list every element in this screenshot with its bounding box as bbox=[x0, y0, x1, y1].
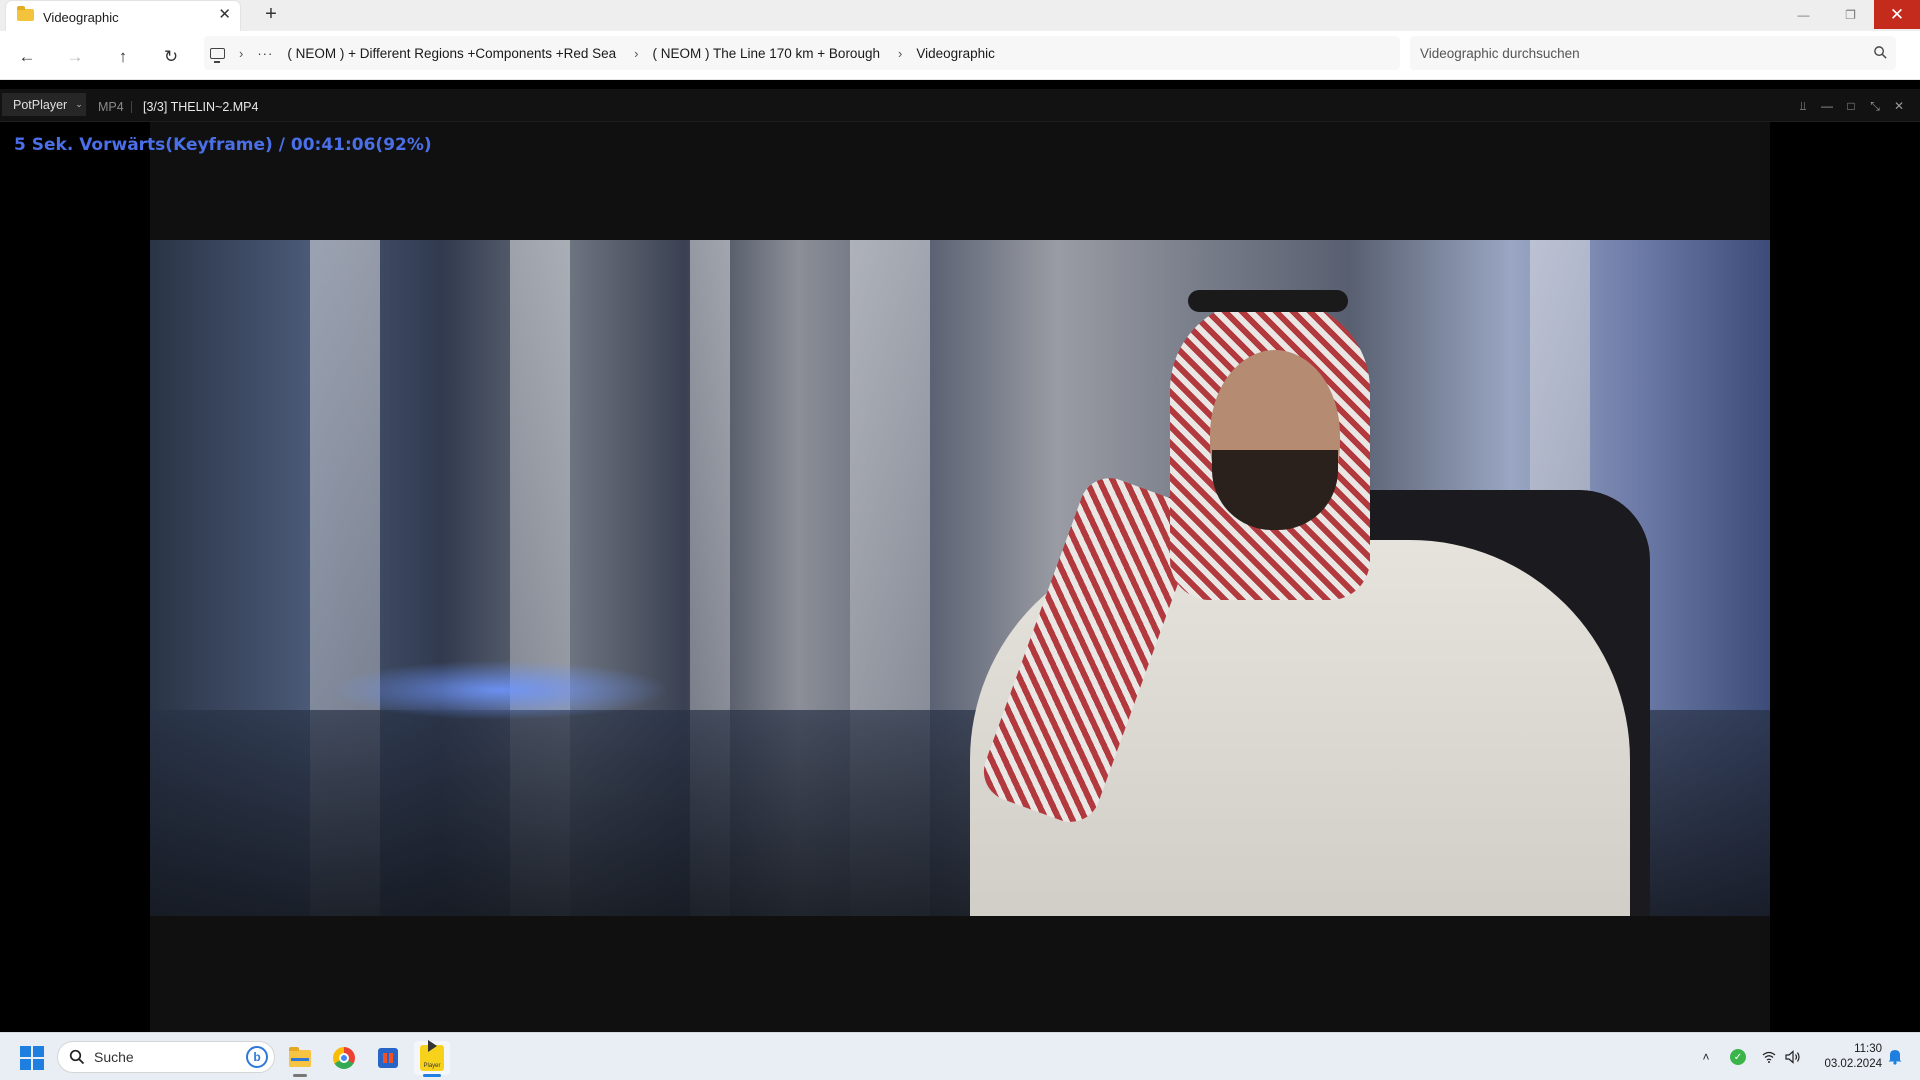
video-canvas[interactable] bbox=[150, 122, 1770, 1032]
microsoft-store-icon bbox=[378, 1048, 398, 1068]
restore-button[interactable]: ❐ bbox=[1827, 0, 1874, 29]
windows-logo-icon bbox=[33, 1046, 44, 1057]
volume-button[interactable] bbox=[1784, 1047, 1802, 1067]
media-file-name: [3/3] THELIN~2.MP4 bbox=[143, 100, 259, 114]
security-shield-icon[interactable]: ✓ bbox=[1728, 1047, 1748, 1067]
explorer-tab-bar: Videographic ✕ + — ❐ ✕ bbox=[0, 0, 1920, 33]
potplayer-icon-label: Player bbox=[423, 1063, 441, 1069]
new-tab-button[interactable]: + bbox=[260, 3, 282, 25]
potplayer-icon: Player bbox=[420, 1040, 444, 1071]
forward-button[interactable]: → bbox=[62, 44, 88, 70]
breadcrumb-item-red-sea[interactable]: ( NEOM ) + Different Regions +Components… bbox=[287, 46, 616, 61]
taskbar-search[interactable]: b bbox=[57, 1041, 275, 1073]
title-divider bbox=[131, 101, 132, 113]
taskbar-search-input[interactable] bbox=[94, 1048, 224, 1066]
player-close-button[interactable]: ✕ bbox=[1889, 96, 1909, 116]
clock-date: 03.02.2024 bbox=[1824, 1058, 1882, 1070]
speaker-icon bbox=[1785, 1050, 1800, 1064]
clock-time: 11:30 bbox=[1854, 1043, 1882, 1055]
windows-logo-icon bbox=[20, 1046, 31, 1057]
video-display[interactable]: 5 Sek. Vorwärts(Keyframe) / 00:41:06(92%… bbox=[0, 122, 1920, 1032]
breadcrumb-separator[interactable]: › bbox=[898, 46, 902, 61]
taskbar-app-file-explorer[interactable] bbox=[282, 1041, 318, 1077]
scene-agal bbox=[1188, 290, 1348, 312]
search-icon[interactable] bbox=[1873, 45, 1888, 60]
player-minimize-button[interactable]: — bbox=[1817, 96, 1837, 116]
bing-icon[interactable]: b bbox=[246, 1046, 268, 1068]
osd-seek-message: 5 Sek. Vorwärts(Keyframe) / 00:41:06(92%… bbox=[14, 135, 432, 155]
folder-search-input[interactable] bbox=[1420, 43, 1840, 63]
chrome-icon bbox=[333, 1047, 355, 1069]
potplayer-menu-label: PotPlayer bbox=[13, 97, 68, 112]
explorer-address-bar: ← → ↑ ↻ › ··· ( NEOM ) + Different Regio… bbox=[0, 31, 1920, 80]
show-hidden-icons-button[interactable]: ˄ bbox=[1696, 1047, 1716, 1067]
minimize-button[interactable]: — bbox=[1780, 0, 1827, 29]
breadcrumb[interactable]: › ··· ( NEOM ) + Different Regions +Comp… bbox=[204, 36, 1400, 70]
start-button[interactable] bbox=[20, 1046, 44, 1070]
breadcrumb-separator[interactable]: › bbox=[239, 46, 243, 61]
player-fullscreen-button[interactable]: ⤡ bbox=[1865, 96, 1885, 116]
breadcrumb-item-videographic[interactable]: Videographic bbox=[916, 46, 995, 61]
close-window-button[interactable]: ✕ bbox=[1874, 0, 1920, 29]
folder-search[interactable] bbox=[1410, 36, 1896, 70]
potplayer-title-bar: PotPlayer ⌄ MP4 [3/3] THELIN~2.MP4 ⫫ — □… bbox=[0, 89, 1920, 122]
taskbar-clock[interactable]: 11:30 03.02.2024 bbox=[1812, 1042, 1882, 1072]
folder-icon bbox=[17, 6, 34, 21]
this-pc-icon[interactable] bbox=[210, 47, 225, 63]
breadcrumb-item-the-line[interactable]: ( NEOM ) The Line 170 km + Borough bbox=[652, 46, 879, 61]
taskbar-app-microsoft-store[interactable] bbox=[370, 1041, 406, 1075]
notification-bell-icon[interactable] bbox=[1886, 1047, 1904, 1065]
player-maximize-button[interactable]: □ bbox=[1841, 96, 1861, 116]
network-button[interactable] bbox=[1760, 1047, 1778, 1067]
running-indicator bbox=[423, 1074, 441, 1077]
refresh-button[interactable]: ↻ bbox=[158, 44, 184, 70]
file-explorer-icon bbox=[289, 1046, 311, 1067]
breadcrumb-overflow-button[interactable]: ··· bbox=[257, 46, 273, 61]
taskbar: b Player ˄ ✓ 11:30 03.02.2024 bbox=[0, 1032, 1920, 1080]
tab-videographic[interactable]: Videographic ✕ bbox=[5, 0, 241, 33]
back-button[interactable]: ← bbox=[14, 44, 40, 70]
potplayer-menu-button[interactable]: PotPlayer ⌄ bbox=[2, 93, 86, 116]
breadcrumb-separator[interactable]: › bbox=[634, 46, 638, 61]
video-frame[interactable] bbox=[150, 240, 1770, 916]
potplayer-window: PotPlayer ⌄ MP4 [3/3] THELIN~2.MP4 ⫫ — □… bbox=[0, 89, 1920, 1032]
taskbar-app-potplayer[interactable]: Player bbox=[414, 1040, 450, 1077]
running-indicator bbox=[293, 1074, 307, 1077]
search-icon bbox=[69, 1049, 85, 1065]
wifi-icon bbox=[1762, 1051, 1776, 1063]
shield-check-icon: ✓ bbox=[1730, 1049, 1746, 1065]
pin-icon[interactable]: ⫫ bbox=[1793, 96, 1813, 116]
taskbar-app-chrome[interactable] bbox=[326, 1041, 362, 1075]
windows-logo-icon bbox=[33, 1059, 44, 1070]
windows-logo-icon bbox=[20, 1059, 31, 1070]
up-button[interactable]: ↑ bbox=[110, 44, 136, 70]
tab-close-button[interactable]: ✕ bbox=[218, 7, 231, 23]
chevron-down-icon: ⌄ bbox=[75, 99, 83, 109]
media-format-label: MP4 bbox=[98, 100, 124, 114]
scene-light bbox=[330, 660, 670, 720]
tab-title: Videographic bbox=[43, 10, 119, 25]
